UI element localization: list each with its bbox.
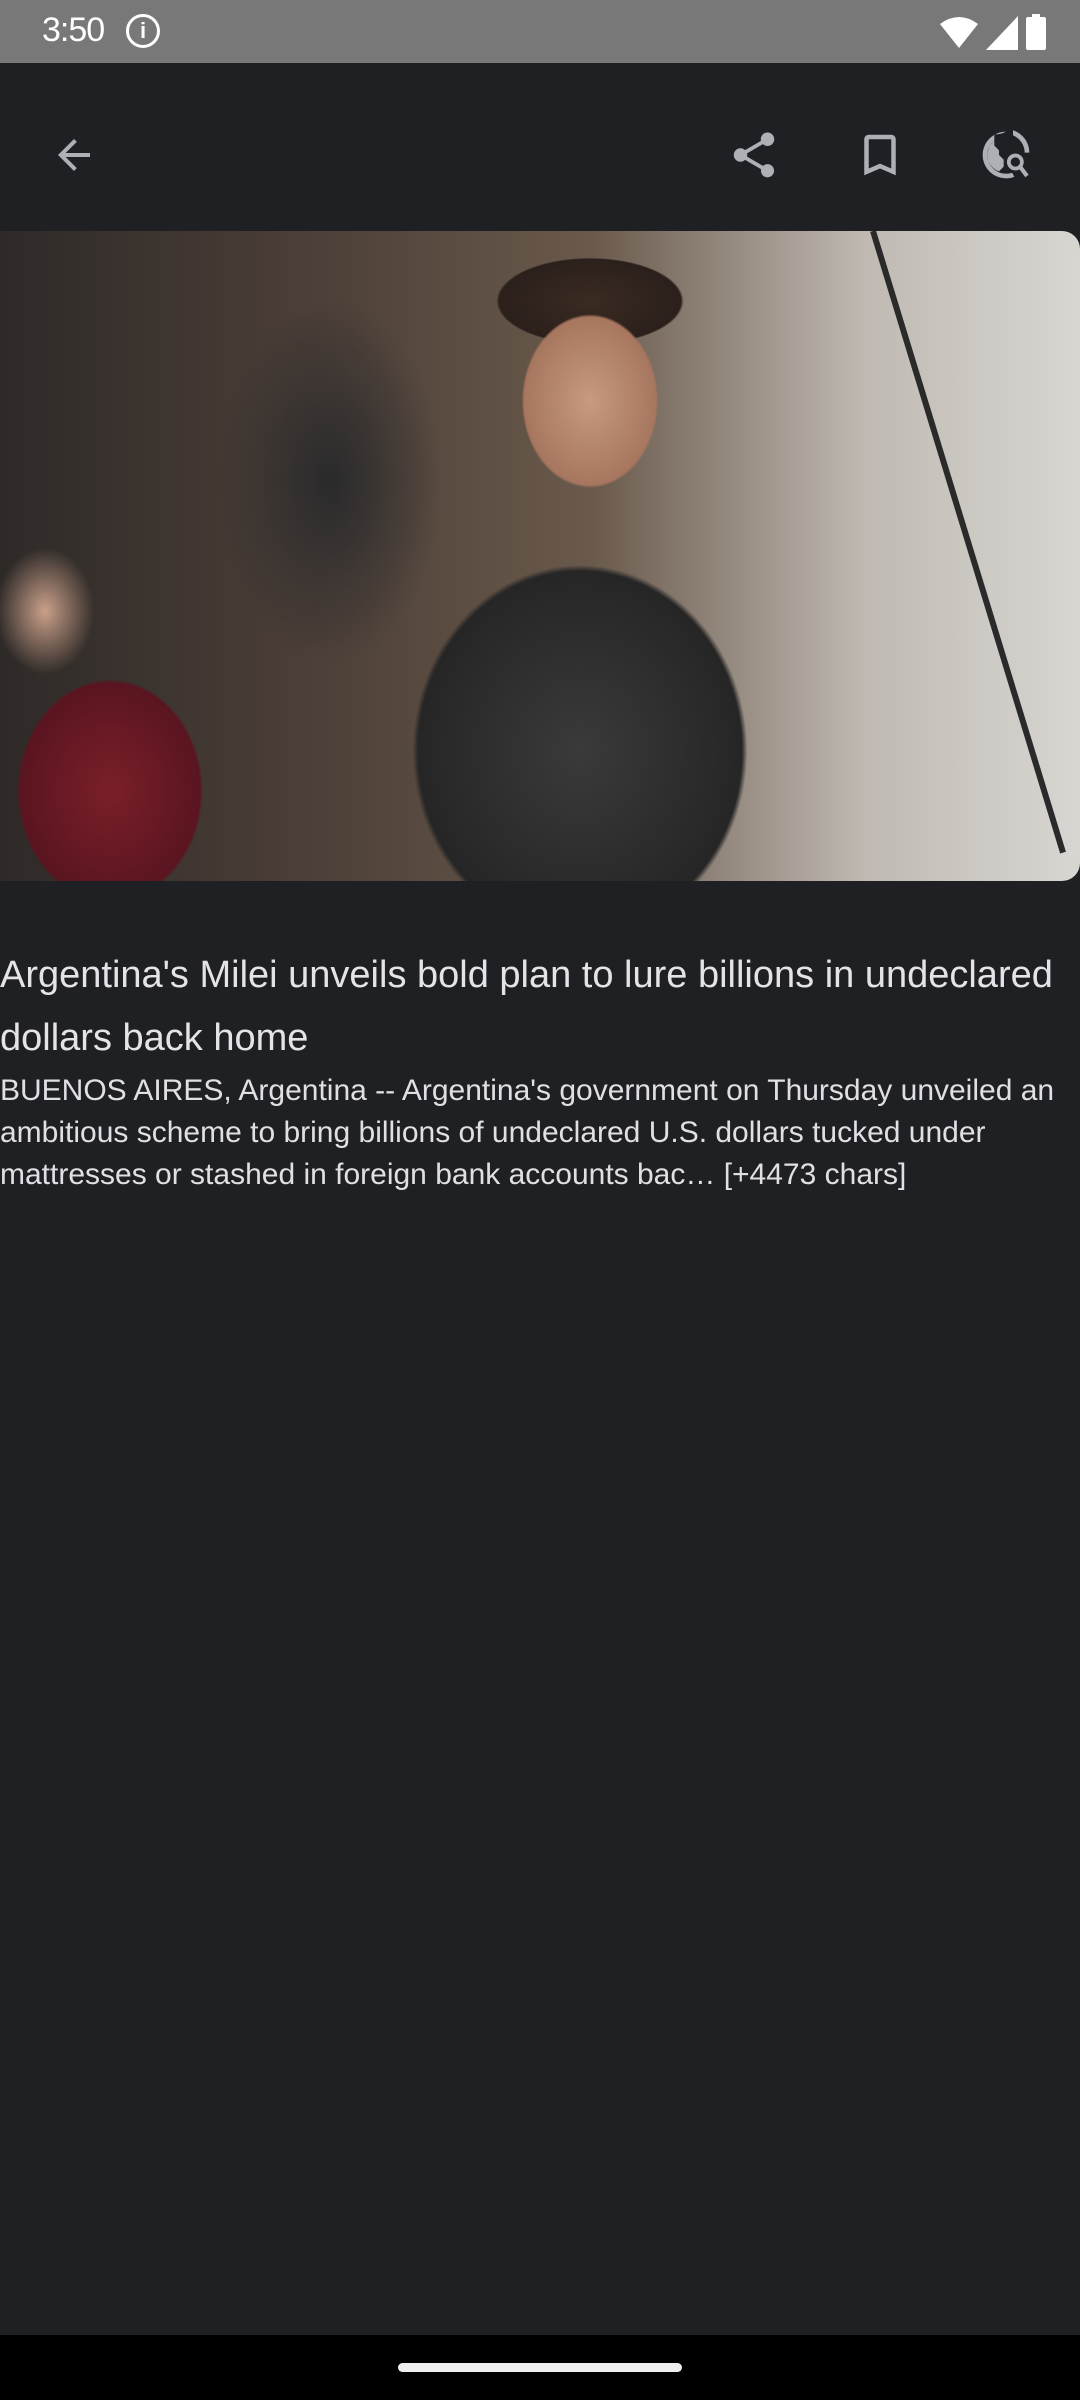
arrow-back-icon [58,139,90,171]
wifi-icon [940,17,978,48]
status-bar: 3:50 i [0,0,1080,63]
top-app-bar [0,63,1080,231]
home-gesture-handle[interactable] [398,2363,682,2372]
article-description: BUENOS AIRES, Argentina -- Argentina's g… [0,1074,1055,1191]
article-image[interactable] [0,231,1080,881]
globe-search-icon [982,130,1030,179]
back-button[interactable] [34,115,114,195]
bookmark-icon [864,134,896,176]
info-circle-icon: i [126,14,160,48]
share-button[interactable] [714,115,794,195]
cellular-signal-icon [986,16,1018,50]
share-icon [733,132,775,178]
bookmark-button[interactable] [840,115,920,195]
battery-icon [1026,14,1046,50]
image-detail [870,231,1066,854]
status-time: 3:50 [42,11,105,49]
article-title: Argentina's Milei unveils bold plan to l… [0,954,1053,1059]
open-in-browser-button[interactable] [966,115,1046,195]
navigation-bar [0,2335,1080,2400]
article-content: Argentina's Milei unveils bold plan to l… [0,944,1080,1196]
